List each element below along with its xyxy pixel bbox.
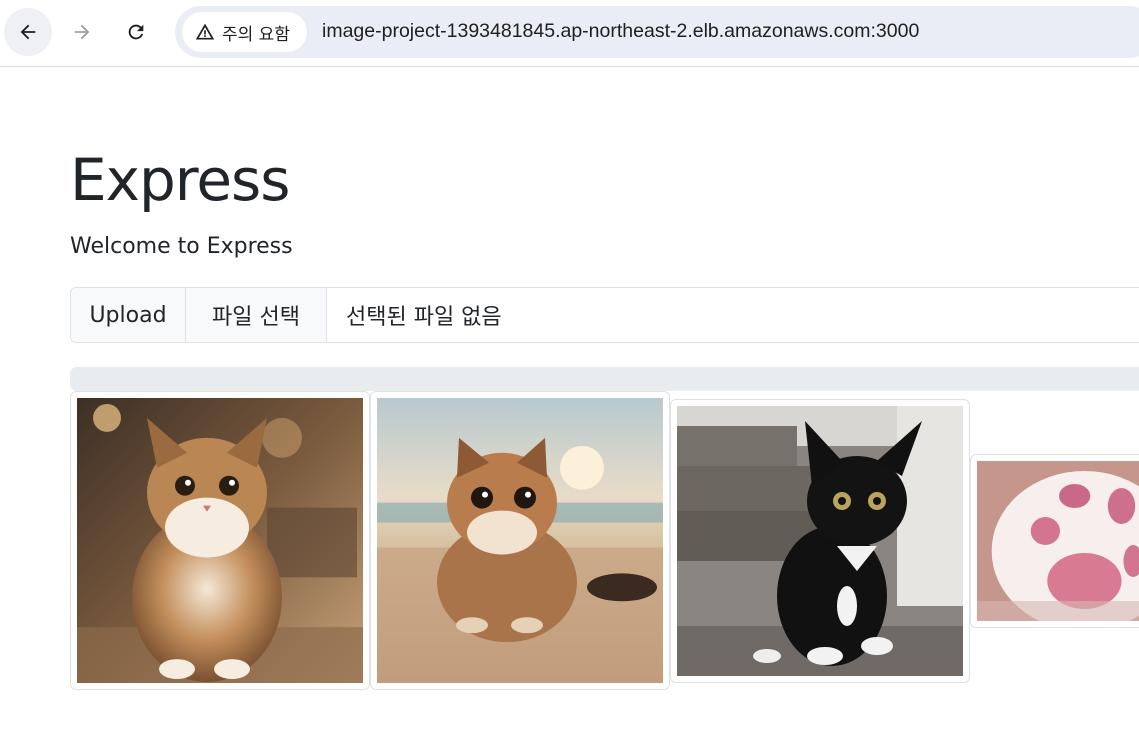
forward-button[interactable] [58, 8, 106, 56]
page-title: Express [70, 146, 290, 214]
reload-button[interactable] [112, 8, 160, 56]
gallery-image-beach-kitten[interactable] [370, 391, 670, 690]
security-chip[interactable]: 주의 요함 [182, 12, 307, 52]
back-button[interactable] [4, 8, 52, 56]
reload-icon [128, 24, 144, 40]
kitten-cafe-image [77, 398, 363, 683]
upload-button[interactable]: Upload [71, 288, 186, 342]
kitten-black-image [677, 406, 963, 676]
security-chip-label: 주의 요함 [222, 24, 290, 45]
cat-paw-image [977, 461, 1139, 621]
kitten-beach-image [377, 398, 663, 683]
upload-progress-bar [70, 367, 1139, 391]
browser-toolbar: 주의 요함 image-project-1393481845.ap-northe… [0, 0, 1139, 67]
address-bar[interactable]: 주의 요함 image-project-1393481845.ap-northe… [175, 6, 1139, 58]
warning-triangle-icon [195, 23, 215, 40]
choose-file-button[interactable]: 파일 선택 [186, 288, 327, 342]
gallery-image-black-kitten[interactable] [670, 399, 970, 683]
page-subtitle: Welcome to Express [70, 234, 293, 259]
url-text[interactable]: image-project-1393481845.ap-northeast-2.… [322, 20, 919, 43]
forward-arrow-icon [74, 24, 90, 40]
upload-input-group: Upload 파일 선택 선택된 파일 없음 [70, 287, 1139, 343]
back-arrow-icon [20, 24, 36, 40]
gallery-image-cat-paw[interactable] [970, 454, 1139, 628]
gallery-image-cafe-kitten[interactable] [70, 391, 370, 690]
file-name-display[interactable]: 선택된 파일 없음 [327, 288, 1139, 342]
